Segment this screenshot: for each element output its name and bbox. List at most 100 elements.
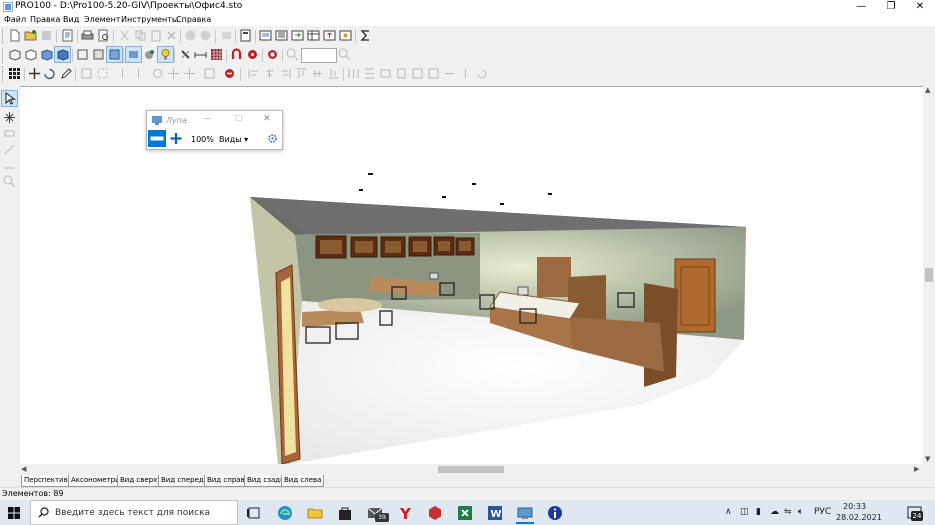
- scroll-up-icon[interactable]: ▲: [925, 86, 930, 95]
- zoom-in-icon[interactable]: [337, 47, 352, 62]
- file-explorer-icon[interactable]: [306, 504, 324, 522]
- rotate-90-icon[interactable]: [474, 66, 489, 81]
- settings-doc-icon[interactable]: [338, 28, 353, 43]
- toolbar-grip[interactable]: [2, 48, 6, 63]
- axis-icon[interactable]: [166, 66, 181, 81]
- calculator-icon[interactable]: [238, 28, 253, 43]
- pen-icon[interactable]: [58, 66, 73, 81]
- texture-view-icon[interactable]: [54, 46, 71, 63]
- sum-icon[interactable]: [358, 28, 373, 43]
- cut-icon[interactable]: [117, 28, 132, 43]
- task-view-icon[interactable]: [245, 504, 263, 522]
- properties-icon[interactable]: [60, 28, 75, 43]
- views-dropdown[interactable]: Виды ▾: [219, 135, 248, 144]
- copy-icon[interactable]: [133, 28, 148, 43]
- open-folder-icon[interactable]: [23, 28, 38, 43]
- zoom-combo[interactable]: [301, 48, 337, 63]
- minimize-button[interactable]: —: [846, 0, 876, 14]
- cut-tool-icon[interactable]: [2, 158, 17, 173]
- undo-icon[interactable]: [183, 28, 198, 43]
- zoom-in-button[interactable]: [168, 130, 184, 147]
- align-right-icon[interactable]: [278, 66, 293, 81]
- print-preview-icon[interactable]: [96, 28, 111, 43]
- menu-help[interactable]: Справка: [176, 15, 211, 24]
- move-icon[interactable]: [27, 66, 42, 81]
- flip-icon[interactable]: [458, 66, 473, 81]
- print-icon[interactable]: [80, 28, 95, 43]
- align-middle-icon[interactable]: [310, 66, 325, 81]
- align-center-icon[interactable]: [262, 66, 277, 81]
- frame-view-icon[interactable]: [75, 47, 90, 62]
- magnifier-minimize-button[interactable]: —: [203, 114, 211, 123]
- scroll-left-icon[interactable]: ◀: [21, 465, 26, 474]
- shade-view-icon[interactable]: [91, 47, 106, 62]
- axis-icon[interactable]: [182, 66, 197, 81]
- no-entry-icon[interactable]: [222, 66, 237, 81]
- rotate-icon[interactable]: [42, 66, 57, 81]
- tab-left-view[interactable]: Вид слева: [281, 475, 325, 487]
- export-icon[interactable]: [290, 28, 305, 43]
- clock-time[interactable]: 20:33: [843, 502, 866, 511]
- tray-chevron-up-icon[interactable]: ∧: [725, 507, 732, 517]
- list-icon[interactable]: [274, 28, 289, 43]
- same-size-icon[interactable]: [378, 66, 393, 81]
- network-icon[interactable]: ⇋: [784, 507, 792, 517]
- solid-view-icon[interactable]: [39, 47, 54, 62]
- pro100-taskbar-icon[interactable]: [516, 504, 534, 524]
- wireframe-view-icon[interactable]: [7, 47, 22, 62]
- windows-start-icon[interactable]: [8, 507, 20, 519]
- box-view-icon[interactable]: [23, 47, 38, 62]
- texture-toggle-icon[interactable]: [125, 46, 142, 63]
- security-app-icon[interactable]: [426, 504, 444, 522]
- horizontal-scrollbar[interactable]: ◀ ▶: [20, 464, 923, 475]
- report-icon[interactable]: [258, 28, 273, 43]
- menu-tools[interactable]: Инструменты: [121, 15, 178, 24]
- refresh-icon[interactable]: [219, 28, 234, 43]
- toolbar-grip[interactable]: [2, 29, 6, 44]
- align-bottom-icon[interactable]: [326, 66, 341, 81]
- gear-icon[interactable]: [267, 133, 278, 144]
- delete-icon[interactable]: [164, 28, 179, 43]
- menu-edit[interactable]: Правка: [30, 15, 60, 24]
- align-left-icon[interactable]: [246, 66, 261, 81]
- stack-icon[interactable]: [410, 66, 425, 81]
- word-icon[interactable]: W: [486, 504, 504, 522]
- clock-date[interactable]: 28.02.2021: [836, 513, 882, 522]
- scroll-right-icon[interactable]: ▶: [914, 465, 919, 474]
- stack-icon[interactable]: [426, 66, 441, 81]
- onedrive-icon[interactable]: ☁: [770, 507, 779, 517]
- magnifier-maximize-button[interactable]: ☐: [235, 114, 242, 123]
- flip-icon[interactable]: [442, 66, 457, 81]
- eraser-icon[interactable]: [2, 126, 17, 141]
- edge-icon[interactable]: [276, 504, 294, 522]
- excel-icon[interactable]: [456, 504, 474, 522]
- render-view-icon[interactable]: [106, 46, 123, 63]
- group-icon[interactable]: [79, 66, 94, 81]
- section-icon[interactable]: [202, 66, 217, 81]
- close-button[interactable]: ✕: [905, 0, 935, 14]
- zoom-out-icon[interactable]: [285, 47, 300, 62]
- magnet-icon[interactable]: [178, 47, 193, 62]
- add-element-icon[interactable]: [2, 110, 17, 125]
- magnifier-close-button[interactable]: ✕: [263, 114, 271, 124]
- info-app-icon[interactable]: [546, 504, 564, 522]
- magnifier-window[interactable]: Лупа — ☐ ✕ 100% Виды ▾: [146, 110, 283, 150]
- grid-dots-icon[interactable]: [7, 66, 22, 81]
- align-top-icon[interactable]: [294, 66, 309, 81]
- scroll-down-icon[interactable]: ▼: [925, 455, 930, 464]
- dimension-icon[interactable]: [193, 47, 208, 62]
- horizontal-scroll-thumb[interactable]: [438, 466, 504, 473]
- toolbar-grip[interactable]: [2, 67, 6, 82]
- distribute-icon[interactable]: [346, 66, 361, 81]
- collision-icon[interactable]: [245, 47, 260, 62]
- invisible-icon[interactable]: [265, 47, 280, 62]
- light-bulb-icon[interactable]: [157, 46, 174, 63]
- same-size-icon[interactable]: [394, 66, 409, 81]
- taskbar-search-box[interactable]: Введите здесь текст для поиска: [30, 500, 238, 525]
- zoom-out-button[interactable]: [148, 130, 166, 147]
- snap-magnet-icon[interactable]: [229, 47, 244, 62]
- align-icon[interactable]: [131, 66, 146, 81]
- yandex-browser-icon[interactable]: Y: [396, 504, 414, 522]
- select-arrow-icon[interactable]: [1, 90, 18, 107]
- redo-icon[interactable]: [198, 28, 213, 43]
